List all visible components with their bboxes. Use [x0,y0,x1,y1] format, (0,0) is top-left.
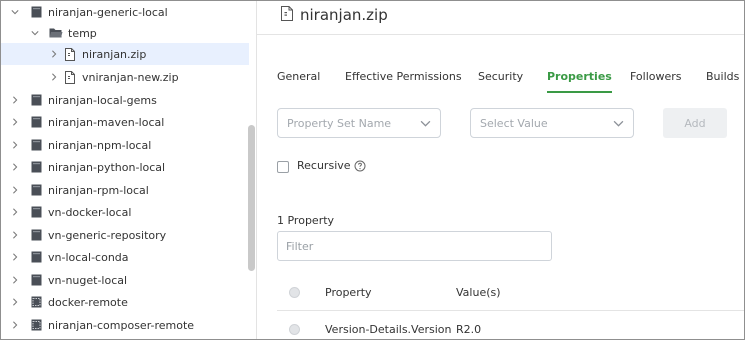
column-header-property[interactable]: Property [325,286,372,299]
tab-builds[interactable]: Builds [706,67,739,93]
repository-icon [29,5,43,19]
tree-item-niranjan-composer-remote[interactable]: niranjan-composer-remote [9,314,194,336]
chevron-down-icon[interactable] [29,27,41,39]
file-icon [63,70,77,84]
remote-repository-icon [29,318,43,332]
tree-item-label: vn-generic-repository [48,228,167,242]
value-select-placeholder: Select Value [480,116,548,130]
tree-item-label: niranjan-composer-remote [48,318,195,332]
tree-item-niranjan-local-gems[interactable]: niranjan-local-gems [9,89,157,111]
tree-item-niranjan-npm-local[interactable]: niranjan-npm-local [9,134,151,156]
artifact-browser-window: niranjan-generic-local temp niranjan.zip… [0,0,745,340]
chevron-right-icon[interactable] [9,251,21,263]
tree-item-temp[interactable]: temp [29,22,97,44]
tree-item-label: docker-remote [48,295,128,309]
repository-icon [29,138,43,152]
chevron-right-icon[interactable] [9,161,21,173]
value-select[interactable]: Select Value [470,108,634,138]
tree-item-label: niranjan-generic-local [48,5,168,19]
header-divider [257,34,744,35]
column-header-values[interactable]: Value(s) [456,286,501,299]
tab-properties[interactable]: Properties [547,67,612,93]
property-count: 1 Property [277,214,335,227]
select-all-radio[interactable] [289,287,300,298]
tab-security[interactable]: Security [478,67,523,93]
chevron-right-icon[interactable] [9,116,21,128]
tree-item-vn-docker-local[interactable]: vn-docker-local [9,201,131,223]
tree-item-niranjan-generic-local[interactable]: niranjan-generic-local [9,1,168,23]
tree-item-label: vn-local-conda [48,250,129,264]
property-cell: Version-Details.Version [325,323,452,336]
folder-open-icon [49,26,63,40]
tree-item-niranjan-python-local[interactable]: niranjan-python-local [9,156,165,178]
repository-icon [29,183,43,197]
chevron-right-icon[interactable] [9,184,21,196]
tree-item-vn-local-conda[interactable]: vn-local-conda [9,246,129,268]
tree-item-label: niranjan-local-gems [48,93,157,107]
repository-icon [29,250,43,264]
chevron-down-icon [613,120,624,127]
tree-item-niranjan-maven-local[interactable]: niranjan-maven-local [9,111,164,133]
repository-icon [29,273,43,287]
tree-item-label: vn-nuget-local [48,273,128,287]
tree-item-vniranjan-new-zip[interactable]: vniranjan-new.zip [48,66,179,88]
tree-item-vn-generic-repository[interactable]: vn-generic-repository [9,224,166,246]
tree-scrollbar[interactable] [248,125,255,271]
page-title: niranjan.zip [281,6,388,24]
recursive-checkbox[interactable] [277,161,289,173]
artifact-detail-panel: niranjan.zip General Effective Permissio… [257,1,744,339]
chevron-right-icon[interactable] [9,274,21,286]
property-set-placeholder: Property Set Name [287,116,392,130]
tree-item-label: niranjan-maven-local [48,115,165,129]
tree-item-niranjan-rpm-local[interactable]: niranjan-rpm-local [9,179,149,201]
repository-icon [29,93,43,107]
file-icon [281,6,293,24]
chevron-right-icon[interactable] [9,229,21,241]
repository-icon [29,160,43,174]
add-button[interactable]: Add [663,108,727,138]
tree-item-label: niranjan-npm-local [48,138,152,152]
chevron-down-icon [420,120,431,127]
row-select-radio[interactable] [289,324,300,335]
chevron-right-icon[interactable] [9,94,21,106]
chevron-right-icon[interactable] [48,71,60,83]
tree-item-label: niranjan.zip [82,47,147,61]
chevron-right-icon[interactable] [9,139,21,151]
property-set-select[interactable]: Property Set Name [277,108,441,138]
tree-item-niranjan-zip[interactable]: niranjan.zip [1,43,249,65]
table-header-divider [277,310,744,311]
tree-item-label: niranjan-rpm-local [48,183,149,197]
tree-item-vn-nuget-local[interactable]: vn-nuget-local [9,269,127,291]
recursive-label: Recursive [297,159,351,172]
remote-repository-icon [29,295,43,309]
chevron-right-icon[interactable] [9,296,21,308]
chevron-right-icon[interactable] [48,48,60,60]
repository-icon [29,115,43,129]
chevron-right-icon[interactable] [9,319,21,331]
repository-icon [29,205,43,219]
filter-input[interactable] [277,231,552,261]
file-icon [63,47,77,61]
tree-item-label: temp [68,26,97,40]
tree-item-label: vn-docker-local [48,205,132,219]
tab-general[interactable]: General [277,67,320,93]
chevron-down-icon[interactable] [9,6,21,18]
page-title-text: niranjan.zip [300,6,388,24]
value-cell: R2.0 [456,323,482,336]
repository-icon [29,228,43,242]
chevron-right-icon[interactable] [9,206,21,218]
repository-tree: niranjan-generic-local temp niranjan.zip… [1,1,256,339]
tab-followers[interactable]: Followers [630,67,682,93]
tab-effective-permissions[interactable]: Effective Permissions [345,67,462,93]
help-icon[interactable] [354,160,366,172]
tree-item-label: vniranjan-new.zip [82,70,179,84]
tree-item-label: niranjan-python-local [48,160,166,174]
tree-item-docker-remote[interactable]: docker-remote [9,291,128,313]
